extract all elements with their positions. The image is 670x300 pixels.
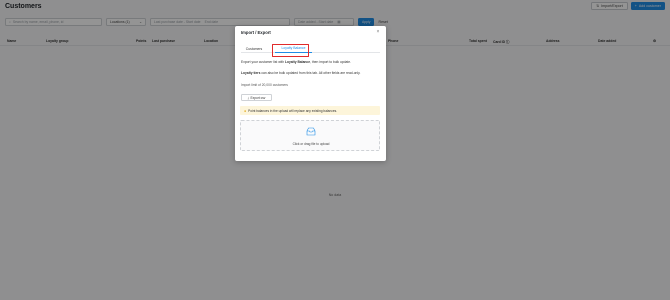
warning-banner: ● Point balances in the upload will repl… — [240, 106, 380, 115]
export-instructions: Export your customer list with Loyalty B… — [241, 60, 351, 64]
tiers-note: Loyalty tiers can also be bulk updated f… — [241, 71, 360, 75]
tiers-text: can also be bulk updated from this tab. … — [260, 71, 361, 75]
instructions-text-2: , then import to bulk update. — [310, 60, 351, 64]
export-csv-button[interactable]: ⤓ Export csv — [241, 94, 272, 101]
warning-text: Point balances in the upload will replac… — [248, 108, 338, 113]
upload-text: Click or drag file to upload — [292, 142, 330, 146]
close-icon[interactable]: × — [375, 29, 381, 35]
modal-tabs: Customers Loyalty Balance — [241, 43, 380, 53]
modal-title: Import / Export — [241, 30, 271, 35]
tab-customers[interactable]: Customers — [241, 44, 267, 53]
import-limit: Import limit of 20,000 customers — [241, 83, 288, 87]
tiers-bold: Loyalty tiers — [241, 71, 261, 75]
upload-dropzone[interactable]: Click or drag file to upload — [240, 120, 380, 151]
instructions-bold-1: Loyalty Balance — [284, 60, 311, 64]
instructions-text-1: Export your customer list with — [241, 60, 285, 64]
export-csv-label: Export csv — [250, 95, 266, 100]
highlight-annotation — [272, 44, 309, 57]
inbox-upload-icon — [306, 127, 316, 136]
download-icon: ⤓ — [247, 95, 250, 100]
warning-icon: ● — [244, 108, 247, 113]
